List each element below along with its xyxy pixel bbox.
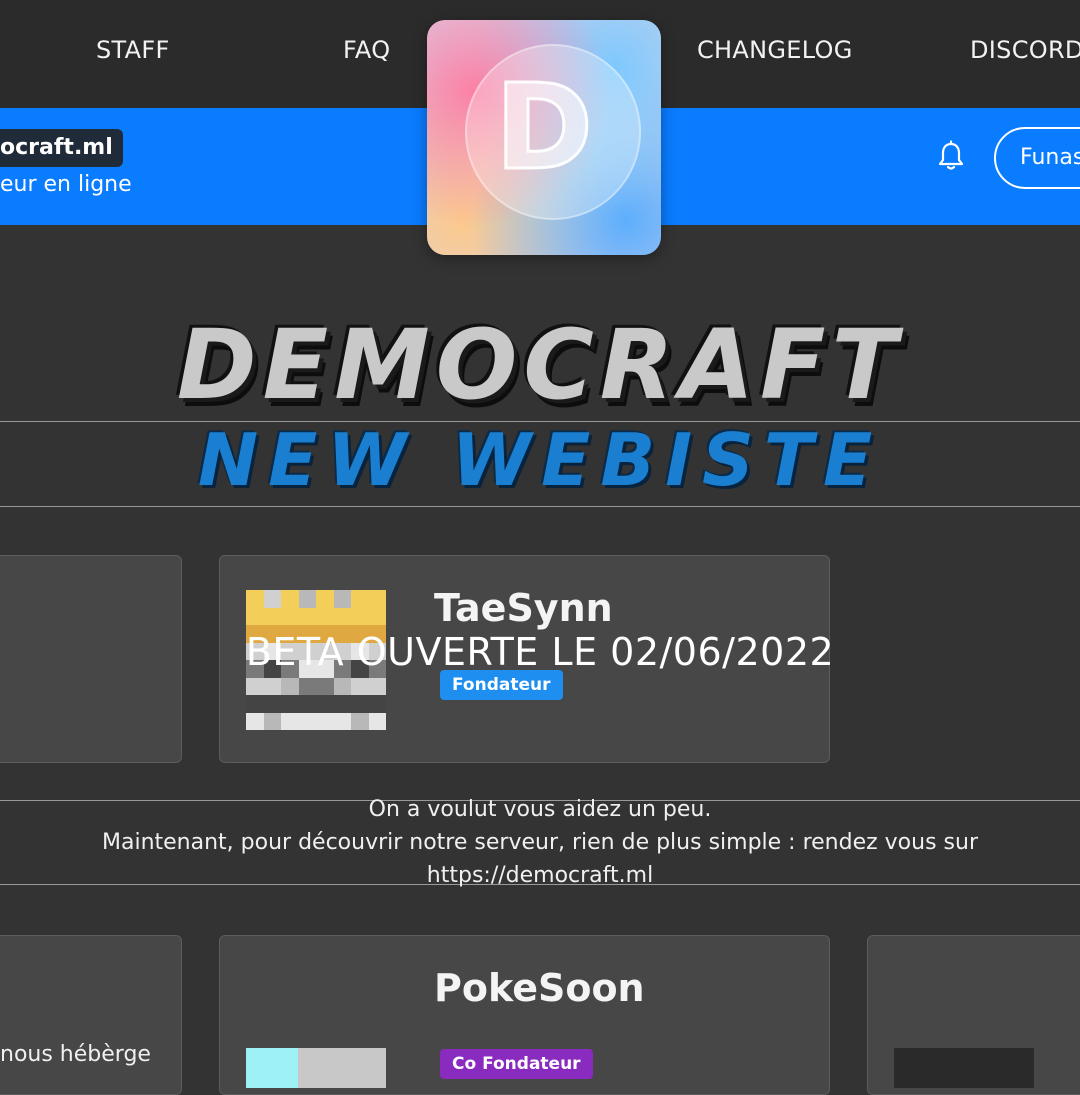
partner-card-partial [0, 935, 182, 1095]
nav-discord[interactable]: DISCORD [970, 36, 1080, 64]
players-online-text: eur en ligne [0, 172, 132, 197]
role-badge: Fondateur [440, 670, 563, 700]
nav-changelog[interactable]: CHANGELOG [697, 36, 853, 64]
staff-name: TaeSynn [434, 586, 613, 630]
announcement-link[interactable]: https://democraft.ml [0, 863, 1080, 888]
beta-announcement: BETA OUVERTE LE 02/06/2022 [245, 630, 835, 674]
role-badge: Co Fondateur [440, 1049, 593, 1079]
logo-letter: D [494, 58, 595, 196]
player-avatar [246, 1048, 386, 1088]
nav-staff[interactable]: STAFF [96, 36, 170, 64]
banner-title: DEMOCRAFT [176, 309, 904, 421]
democraft-logo: D [427, 20, 661, 255]
divider [0, 506, 1080, 507]
user-account-button[interactable]: Funas [994, 127, 1080, 189]
bell-icon[interactable] [936, 140, 966, 172]
nav-faq[interactable]: FAQ [343, 36, 390, 64]
staff-name: PokeSoon [434, 966, 645, 1010]
player-avatar [894, 1048, 1034, 1088]
partner-text: nous hébèrge [0, 1042, 151, 1067]
banner-subtitle: NEW WEBISTE [197, 418, 883, 502]
server-address-chip[interactable]: ocraft.ml [0, 129, 123, 167]
announcement-line: On a voulut vous aidez un peu. [368, 797, 712, 822]
announcement-line: Maintenant, pour découvrir notre serveur… [102, 830, 978, 855]
